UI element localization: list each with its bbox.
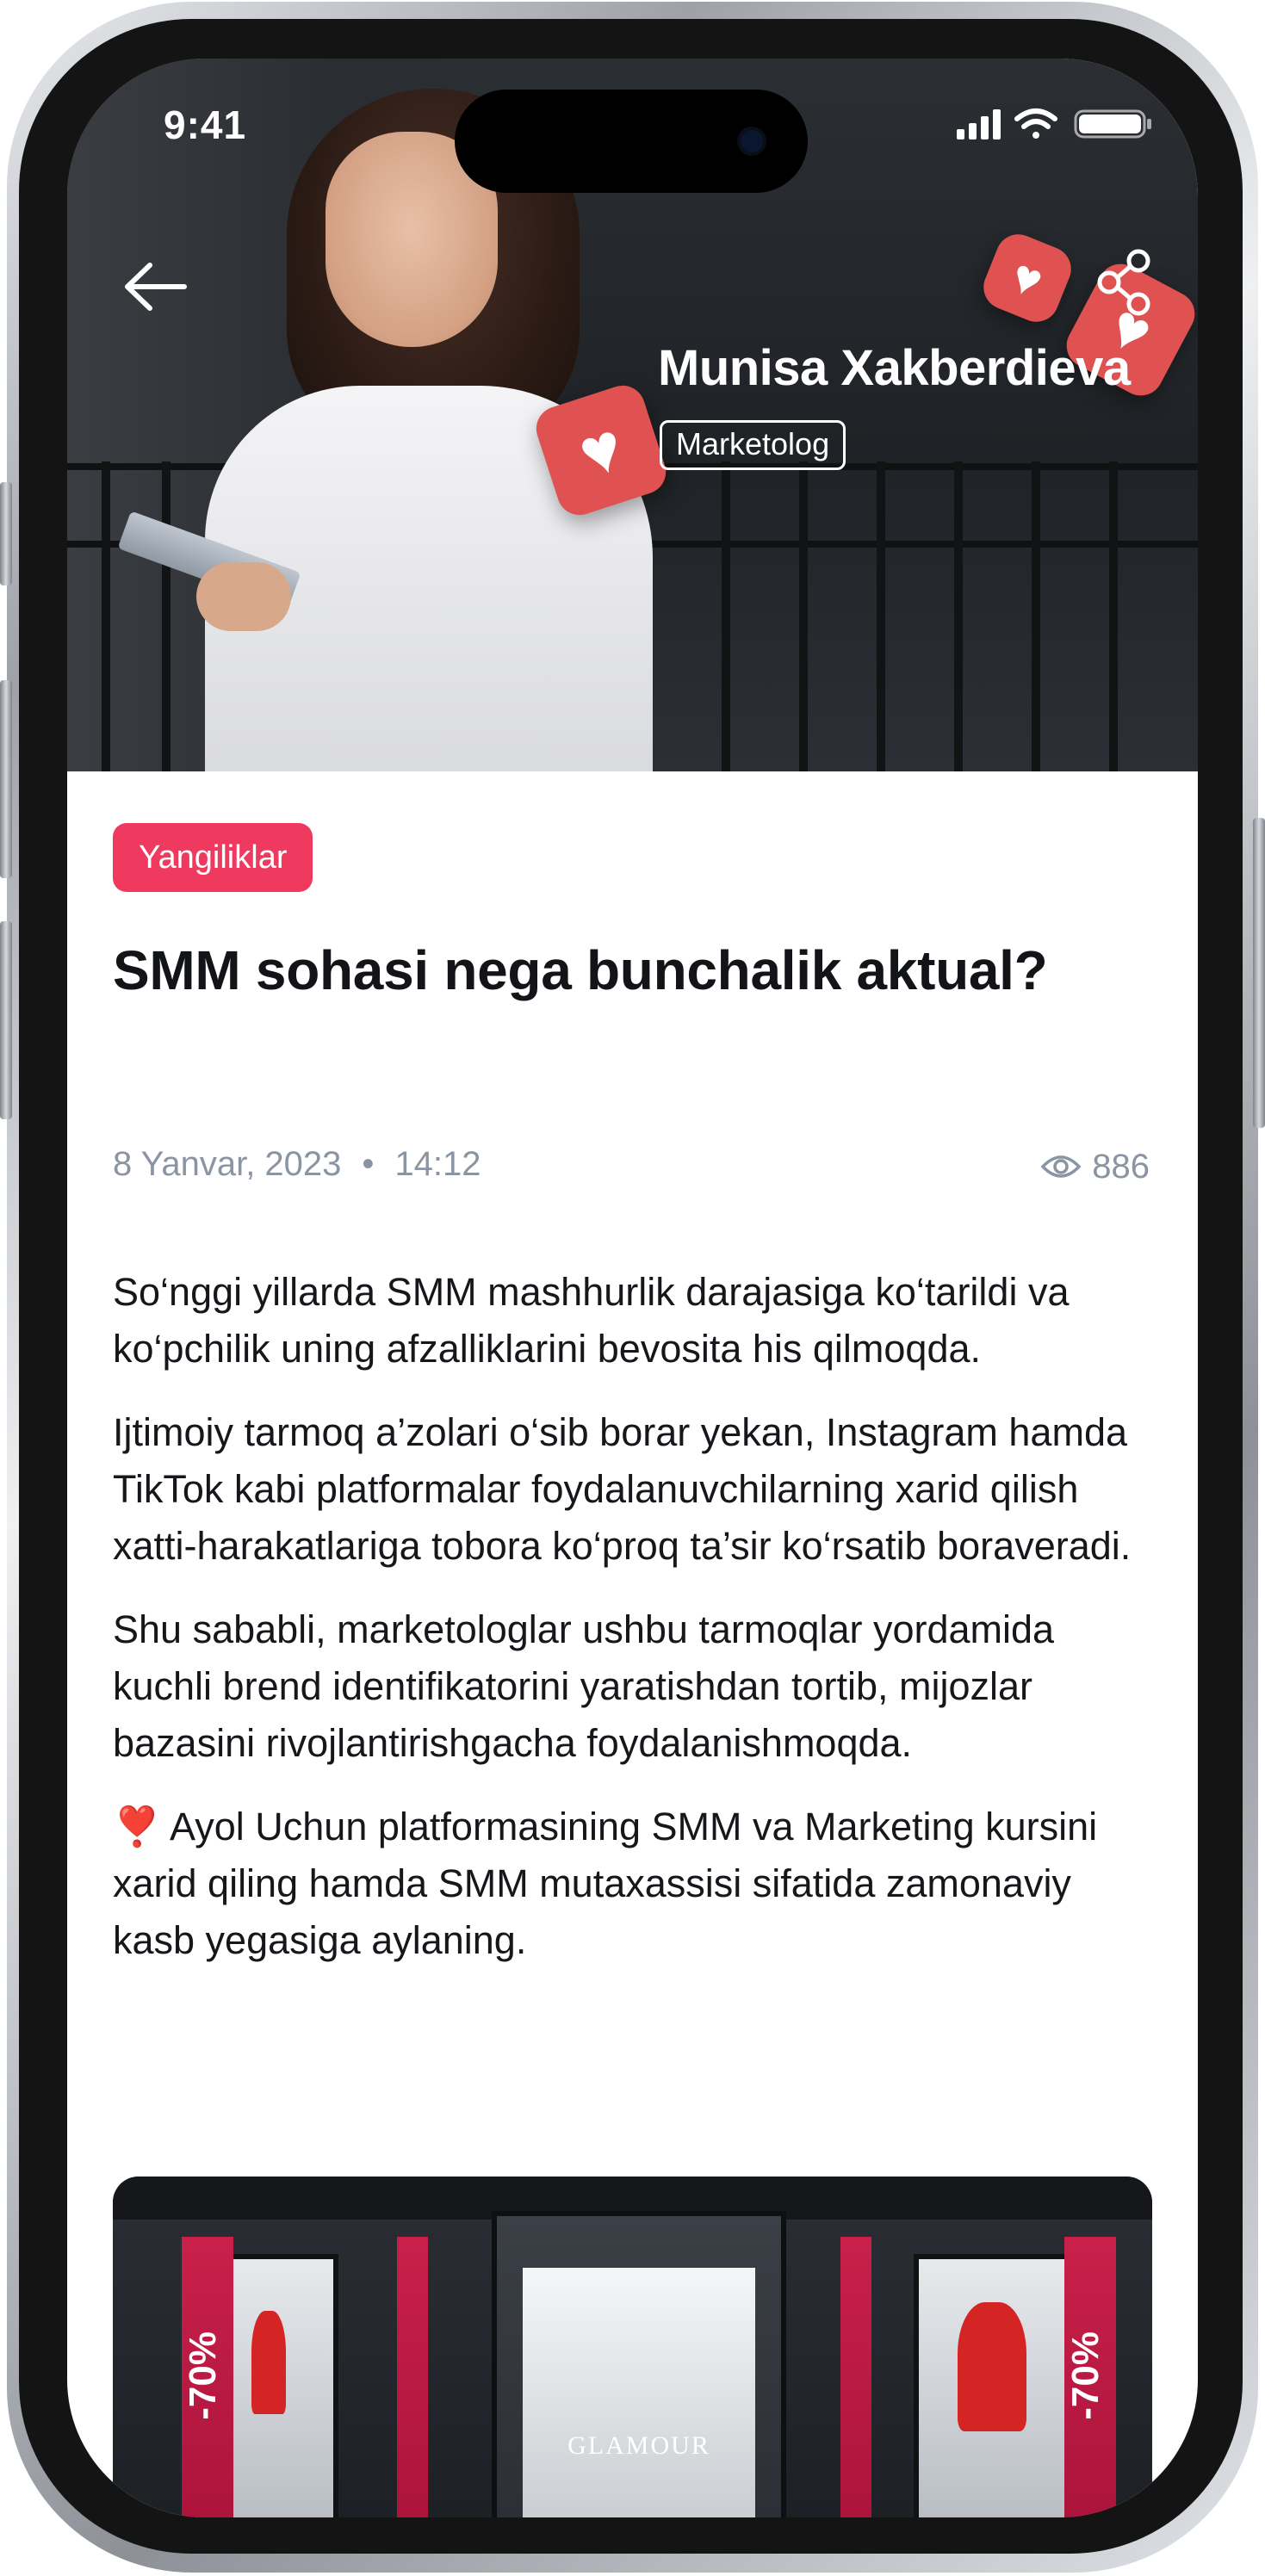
article-meta: 8 Yanvar, 2023 • 14:12 xyxy=(113,1145,481,1184)
railing-bar xyxy=(722,461,730,771)
author-role-badge: Marketolog xyxy=(660,420,846,470)
signal-icon xyxy=(957,109,1001,139)
heart-icon: ♥ xyxy=(569,406,633,493)
railing-bar xyxy=(877,461,885,771)
article-time: 14:12 xyxy=(394,1145,481,1183)
side-button-volume-down xyxy=(0,921,12,1119)
railing-bar xyxy=(102,461,110,771)
side-button-mute xyxy=(0,482,12,585)
share-icon[interactable] xyxy=(1090,244,1159,321)
eye-icon xyxy=(1040,1155,1082,1178)
article-paragraph: Shu sababli, marketologlar ushbu tarmoql… xyxy=(113,1607,1055,1765)
store-logo: GLAMOUR xyxy=(567,2431,710,2460)
hero-image: ♥ ♥ ♥ 9:41 Munisa Xakberdieva Marketolog xyxy=(67,59,1198,771)
heart-icon: ♥ xyxy=(1003,247,1051,309)
status-icons xyxy=(957,108,1151,139)
railing-bar xyxy=(162,461,171,771)
article-title: SMM sohasi nega bunchalik aktual? xyxy=(113,939,1048,1001)
category-badge[interactable]: Yangiliklar xyxy=(113,823,313,892)
article-paragraph: ❣️ Ayol Uchun platformasining SMM va Mar… xyxy=(113,1805,1098,1962)
mannequin xyxy=(251,2311,286,2414)
person-hand xyxy=(196,562,291,631)
article-body: So‘nggi yillarda SMM mashhurlik darajasi… xyxy=(113,1264,1163,1996)
wifi-icon xyxy=(1014,108,1057,139)
sale-pillar: -70% xyxy=(182,2237,233,2517)
article-date: 8 Yanvar, 2023 xyxy=(113,1145,342,1183)
views-count: 886 xyxy=(1040,1145,1150,1188)
sale-pillar: -70% xyxy=(1064,2237,1116,2517)
separator-dot: • xyxy=(362,1145,375,1183)
side-button-power xyxy=(1253,818,1265,1128)
heart-sticker: ♥ xyxy=(977,227,1078,329)
railing-bar xyxy=(1032,461,1040,771)
article-paragraph: Ijtimoiy tarmoq a’zolari o‘sib borar yek… xyxy=(113,1410,1132,1568)
sale-text: -70% xyxy=(1064,2331,1107,2420)
railing-bar xyxy=(1109,461,1118,771)
dynamic-island xyxy=(455,90,808,193)
mannequin xyxy=(958,2302,1026,2431)
store-interior xyxy=(523,2268,755,2517)
store-entrance: GLAMOUR xyxy=(492,2211,786,2517)
sale-text: -70% xyxy=(182,2331,224,2420)
back-arrow-icon[interactable] xyxy=(117,248,195,325)
views-value: 886 xyxy=(1092,1147,1150,1186)
app-screen: ♥ ♥ ♥ 9:41 Munisa Xakberdieva Marketolog… xyxy=(67,59,1198,2517)
railing-bar xyxy=(799,461,808,771)
article-image[interactable]: -70% -70% GLAMOUR xyxy=(113,2177,1152,2517)
battery-icon xyxy=(1074,109,1151,139)
author-name: Munisa Xakberdieva xyxy=(658,340,1131,396)
side-button-volume-up xyxy=(0,680,12,878)
article-paragraph: So‘nggi yillarda SMM mashhurlik darajasi… xyxy=(113,1270,1070,1371)
store-window xyxy=(914,2254,1070,2517)
railing-bar xyxy=(954,461,963,771)
status-time: 9:41 xyxy=(164,102,247,147)
sale-banner xyxy=(840,2237,871,2517)
sale-banner xyxy=(397,2237,428,2517)
camera-icon xyxy=(741,130,763,152)
